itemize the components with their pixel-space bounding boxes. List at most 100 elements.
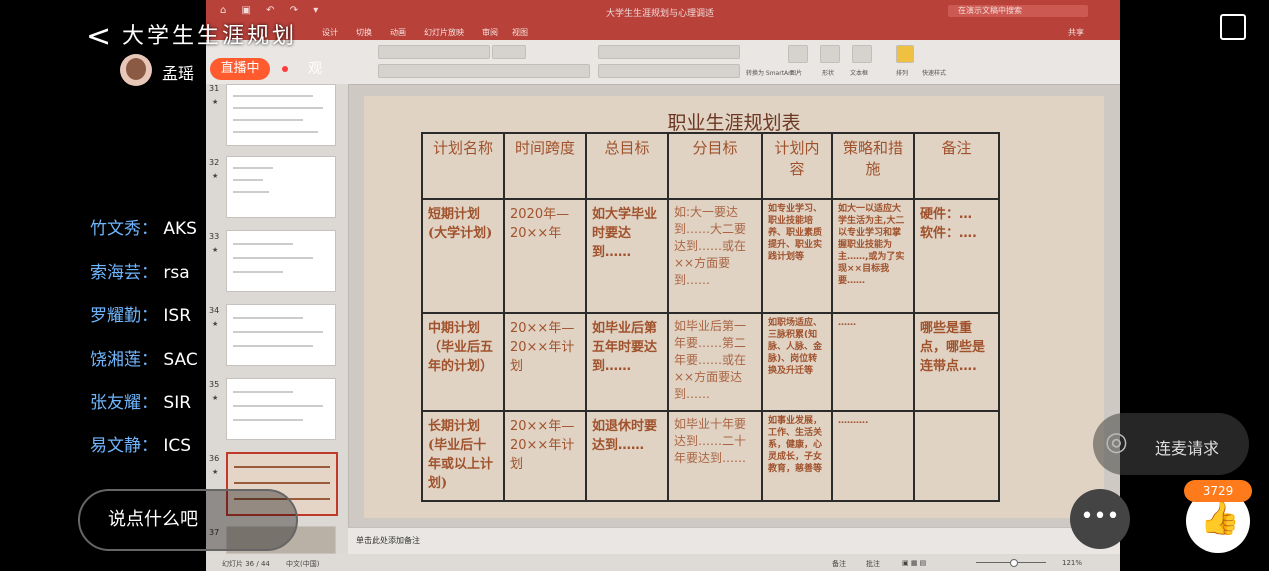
thumbs-up-icon: 👍 [1200, 499, 1240, 537]
thumb-number: 32 [209, 158, 220, 167]
header-cell: 计划名称 [421, 132, 505, 200]
time-span-cell: 20××年—20××年计划 [503, 312, 587, 412]
notes-toggle[interactable]: 备注 [832, 559, 846, 569]
paragraph-buttons[interactable] [598, 45, 740, 59]
tab-animations[interactable]: 动画 [390, 27, 406, 38]
textbox-icon[interactable] [852, 45, 872, 63]
chat-message: 张友耀： SIR [90, 393, 192, 413]
like-count-badge: 3729 [1184, 480, 1252, 502]
arrange-icon[interactable] [896, 45, 914, 63]
shared-screen: ⌂ ▣ ↶ ↷ ▾ 大学生生涯规划与心理调适 在演示文稿中搜索 设计 切换 动画… [206, 0, 1120, 571]
plan-name-cell: 长期计划(毕业后十年或以上计划) [421, 410, 505, 502]
avatar[interactable] [120, 54, 152, 86]
notes-pane[interactable]: 单击此处添加备注 [348, 527, 1120, 554]
header-cell: 备注 [913, 132, 1000, 200]
slide-counter: 幻灯片 36 / 44 [222, 560, 270, 568]
zoom-level: 121% [1062, 559, 1083, 567]
thumb-number: 33 [209, 232, 220, 241]
chat-message: 易文静： ICS [90, 436, 192, 456]
font-size-select[interactable] [492, 45, 526, 59]
view-buttons[interactable]: ▣ ▦ ▤ [902, 559, 926, 567]
tab-review[interactable]: 审阅 [482, 27, 498, 38]
slide-thumb-32[interactable] [226, 156, 336, 218]
slide-title: 职业生涯规划表 [667, 112, 801, 134]
stream-title: 大学生生涯规划 [122, 24, 298, 49]
zoom-slider-handle[interactable] [1010, 559, 1018, 567]
career-plan-table: 计划名称 时间跨度 总目标 分目标 计划内容 策略和措施 备注 短期计划(大学计… [421, 132, 1000, 502]
header-cell: 分目标 [667, 132, 763, 200]
connect-request-label: 连麦请求 [1155, 439, 1220, 458]
chat-message: 饶湘莲： SAC [90, 350, 198, 370]
smartart-label[interactable]: 转换为 SmartArt [746, 68, 793, 77]
tab-view[interactable]: 视图 [512, 27, 528, 38]
picture-icon[interactable] [788, 45, 808, 63]
textbox-label[interactable]: 文本框 [850, 68, 868, 77]
notes-placeholder: 单击此处添加备注 [356, 536, 420, 545]
quick-access-icons[interactable]: ⌂ ▣ ↶ ↷ ▾ [220, 5, 324, 16]
strategy-cell: 如大一以适应大学生活为主,大二以专业学习和掌握职业技能为主……,或为了实现××目… [831, 198, 915, 314]
slide-thumb-31[interactable] [226, 84, 336, 146]
tab-transitions[interactable]: 切换 [356, 27, 372, 38]
thumb-number: 31 [209, 84, 220, 93]
tab-design[interactable]: 设计 [322, 27, 338, 38]
slide-canvas[interactable]: 职业生涯规划表 计划名称 时间跨度 总目标 分目标 计划内容 策略和措施 备注 … [364, 96, 1104, 518]
arrange-label[interactable]: 排列 [896, 68, 908, 77]
chat-message: 索海芸： rsa [90, 263, 190, 283]
shape-label[interactable]: 形状 [822, 68, 834, 77]
chat-message: 罗耀勤： ISR [90, 306, 192, 326]
connect-icon: ◎ [1105, 427, 1128, 457]
language-indicator: 中文(中国) [286, 560, 320, 568]
thumb-number: 36 [209, 454, 220, 463]
plan-content-cell: 如职场适应、三脉积累(知脉、人脉、金脉)、岗位转换及升迁等 [761, 312, 833, 412]
connect-request-button[interactable]: ◎ 连麦请求 [1093, 413, 1249, 475]
strategy-cell: …… [831, 312, 915, 412]
host-name: 孟瑶 [162, 64, 195, 83]
back-chevron-icon[interactable]: < [86, 22, 111, 52]
recording-dot-icon [282, 66, 288, 72]
comment-input[interactable]: 说点什么吧 [78, 489, 298, 551]
overall-goal-cell: 如退休时要达到…… [585, 410, 669, 502]
plan-content-cell: 如专业学习、职业技能培养、职业素质提升、职业实践计划等 [761, 198, 833, 314]
more-button[interactable]: ••• [1070, 489, 1130, 549]
strategy-cell: ………. [831, 410, 915, 502]
slide-thumbnails: 31 ★ 32 ★ 33 ★ 34 ★ 35 ★ 36 ★ 37 [206, 84, 349, 554]
font-format-buttons[interactable] [378, 64, 590, 78]
overall-goal-cell: 如大学毕业时要达到…… [585, 198, 669, 314]
table-row: 短期计划(大学计划) 2020年—20××年 如大学毕业时要达到…… 如:大一要… [421, 198, 1000, 314]
shape-icon[interactable] [820, 45, 840, 63]
quick-style-label[interactable]: 快速样式 [922, 68, 946, 77]
slide-thumb-33[interactable] [226, 230, 336, 292]
sub-goal-cell: 如毕业十年要达到……二十年要达到…… [667, 410, 763, 502]
share-icon[interactable] [1220, 14, 1246, 40]
share-button[interactable]: 共享 [1068, 27, 1084, 38]
table-header-row: 计划名称 时间跨度 总目标 分目标 计划内容 策略和措施 备注 [421, 132, 1000, 200]
table-row: 中期计划（毕业后五年的计划） 20××年—20××年计划 如毕业后第五年时要达到… [421, 312, 1000, 412]
tab-slideshow[interactable]: 幻灯片放映 [424, 27, 464, 38]
slide-thumb-35[interactable] [226, 378, 336, 440]
time-span-cell: 20××年—20××年计划 [503, 410, 587, 502]
plan-name-cell: 短期计划(大学计划) [421, 198, 505, 314]
font-family-select[interactable] [378, 45, 490, 59]
plan-content-cell: 如事业发展，工作、生活关系，健康，心灵成长，子女教育，慈善等 [761, 410, 833, 502]
header-cell: 计划内容 [761, 132, 833, 200]
sub-goal-cell: 如毕业后第一年要……第二年要……或在××方面要达到…… [667, 312, 763, 412]
search-input[interactable]: 在演示文稿中搜索 [948, 5, 1088, 17]
status-bar: 幻灯片 36 / 44 中文(中国) 备注 批注 ▣ ▦ ▤ 121% [206, 554, 1120, 571]
overall-goal-cell: 如毕业后第五年时要达到…… [585, 312, 669, 412]
note-cell: 硬件：… 软件：…. [913, 198, 1000, 314]
header-cell: 总目标 [585, 132, 669, 200]
ribbon-tabs: 设计 切换 动画 幻灯片放映 审阅 视图 共享 [206, 22, 1120, 40]
thumb-number: 34 [209, 306, 220, 315]
table-row: 长期计划(毕业后十年或以上计划) 20××年—20××年计划 如退休时要达到……… [421, 410, 1000, 502]
alignment-buttons[interactable] [598, 64, 740, 78]
note-cell [913, 410, 1000, 502]
picture-label[interactable]: 图片 [790, 68, 802, 77]
note-cell: 哪些是重点，哪些是连带点…. [913, 312, 1000, 412]
chat-message: 竹文秀： AKS [90, 219, 197, 239]
time-span-cell: 2020年—20××年 [503, 198, 587, 314]
plan-name-cell: 中期计划（毕业后五年的计划） [421, 312, 505, 412]
comments-toggle[interactable]: 批注 [866, 559, 880, 569]
live-badge: 直播中 [210, 58, 270, 80]
slide-thumb-34[interactable] [226, 304, 336, 366]
header-cell: 时间跨度 [503, 132, 587, 200]
